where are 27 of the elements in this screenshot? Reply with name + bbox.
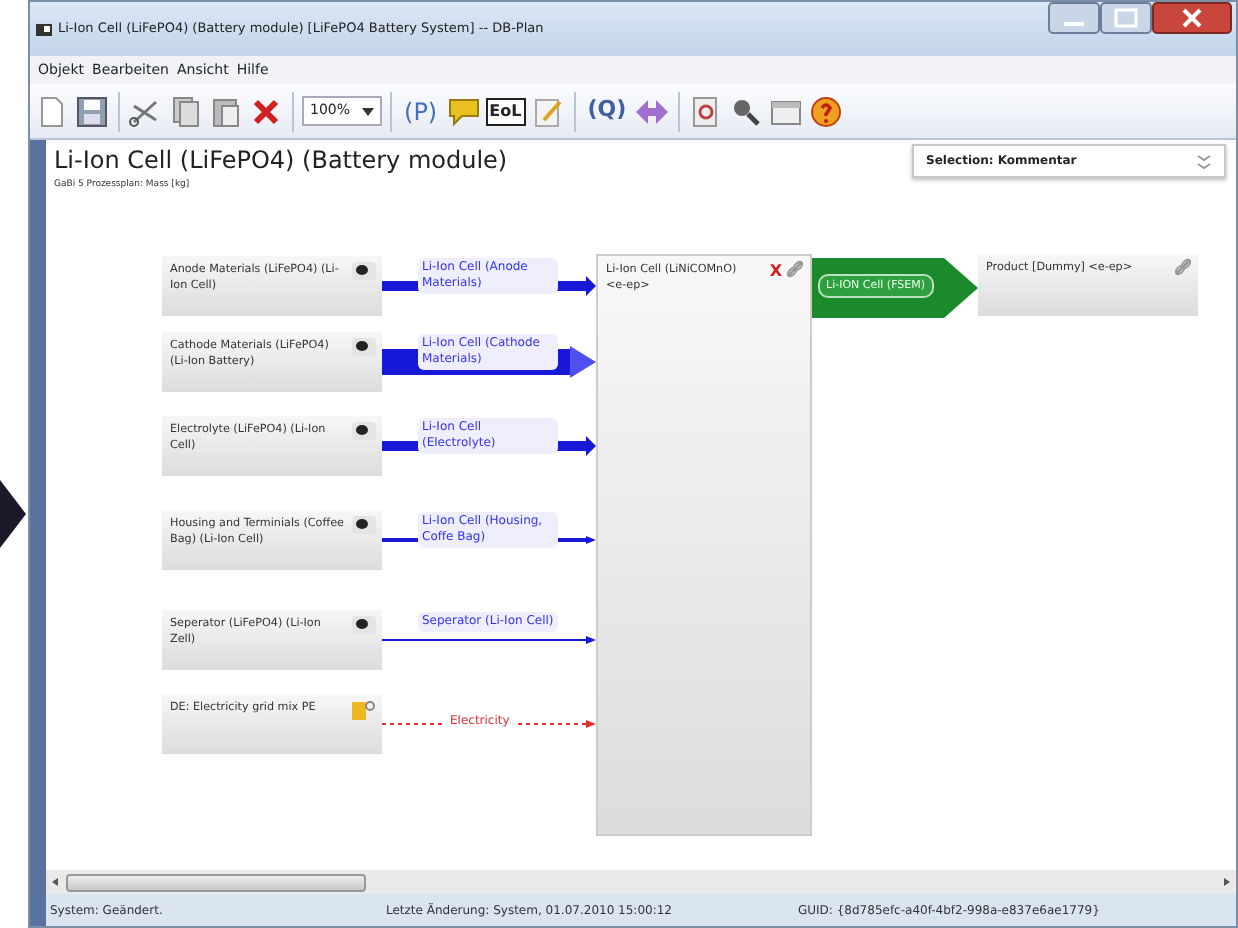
parameter-button[interactable]: (P) [400,93,442,129]
delete-mark[interactable]: X [769,260,782,284]
app-icon [34,19,54,39]
copy-icon[interactable] [168,93,204,129]
diagram-title: Li-Ion Cell (LiFePO4) (Battery module) [54,144,508,176]
database-icon [352,616,376,634]
save-icon[interactable] [74,93,110,129]
chevron-icon [1196,153,1212,169]
comment-icon[interactable] [445,93,482,129]
close-button[interactable] [1152,2,1232,34]
database-icon [352,422,376,440]
paste-icon[interactable] [208,93,244,129]
query-button[interactable]: (Q) [583,94,631,128]
energy-icon [352,700,376,720]
edit-icon[interactable] [529,93,566,129]
link-icon[interactable] [1174,258,1192,276]
maximize-button[interactable] [1100,2,1152,34]
eol-button[interactable]: EoL [485,97,526,125]
minimize-button[interactable] [1048,2,1100,34]
database-icon [352,338,376,356]
link-icon[interactable] [786,260,804,278]
arrow-icon [0,480,26,548]
caret-icon [362,107,375,115]
database-icon [352,262,376,280]
help-icon[interactable] [808,93,845,129]
database-icon [352,516,376,534]
scrollbar-thumb[interactable] [66,873,366,891]
